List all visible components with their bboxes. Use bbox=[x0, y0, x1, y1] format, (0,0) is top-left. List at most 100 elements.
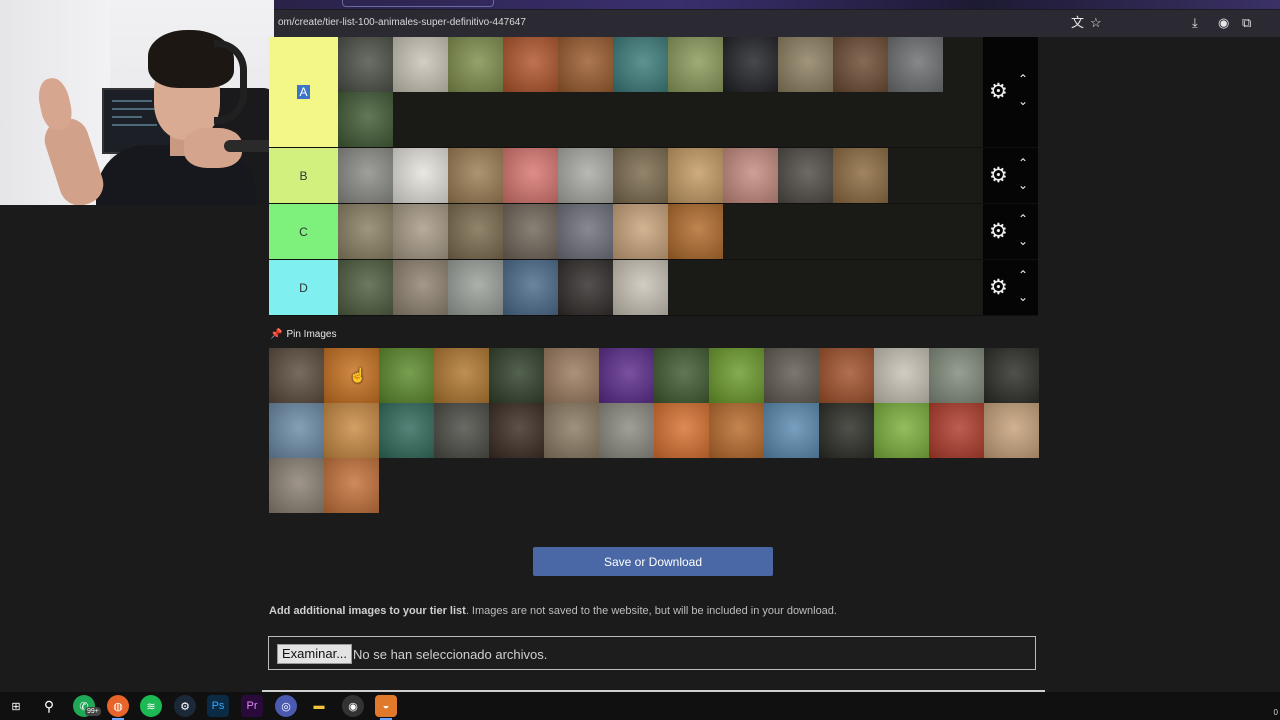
translate-icon[interactable]: 文 bbox=[1071, 16, 1084, 29]
animal-tile-seagull[interactable] bbox=[503, 260, 558, 315]
tier-label-text[interactable]: D bbox=[299, 281, 308, 295]
animal-tile-wildebeest[interactable] bbox=[613, 148, 668, 203]
pool-tile-golden-retriever[interactable] bbox=[324, 403, 379, 458]
animal-tile-duck[interactable] bbox=[338, 92, 393, 147]
animal-tile-pig[interactable] bbox=[723, 148, 778, 203]
animal-tile-mole[interactable] bbox=[778, 148, 833, 203]
animal-tile-snail[interactable] bbox=[668, 37, 723, 92]
pin-images-header[interactable]: 📌 Pin Images bbox=[270, 329, 336, 340]
chevron-up-icon[interactable]: ⌃ bbox=[1018, 213, 1028, 225]
address-bar[interactable]: om/create/tier-list-100-animales-super-d… bbox=[274, 10, 1280, 37]
pool-tile-skunk[interactable] bbox=[654, 348, 709, 403]
pool-tile-mealworms[interactable] bbox=[434, 348, 489, 403]
account-icon[interactable]: ◉ bbox=[1218, 16, 1229, 29]
pool-tile-orangutan[interactable] bbox=[819, 348, 874, 403]
animal-tile-zebra[interactable] bbox=[558, 148, 613, 203]
animal-tile-lion[interactable] bbox=[668, 204, 723, 259]
pool-tile-fox[interactable] bbox=[324, 458, 379, 513]
pool-tile-clownfish[interactable] bbox=[654, 403, 709, 458]
pool-tile-sheep[interactable] bbox=[874, 348, 929, 403]
active-tab[interactable] bbox=[342, 0, 494, 7]
animal-tile-spider[interactable] bbox=[393, 204, 448, 259]
app-icon[interactable]: ◒ bbox=[375, 695, 397, 720]
animal-tile-giraffe[interactable] bbox=[448, 148, 503, 203]
tier-label[interactable]: B bbox=[269, 148, 338, 203]
tier-label[interactable]: D bbox=[269, 260, 338, 315]
animal-tile-hamster[interactable] bbox=[613, 204, 668, 259]
pool-tile-rhino[interactable] bbox=[544, 403, 599, 458]
chevron-down-icon[interactable]: ⌄ bbox=[1018, 291, 1028, 303]
pool-tile-magpie[interactable] bbox=[489, 348, 544, 403]
tier-label[interactable]: A bbox=[269, 37, 338, 147]
pool-tile-ladybug[interactable] bbox=[379, 348, 434, 403]
animal-tile-scorpion[interactable] bbox=[393, 260, 448, 315]
pool-tile-tiger[interactable] bbox=[709, 403, 764, 458]
animal-tile-vulture[interactable] bbox=[503, 204, 558, 259]
chevron-down-icon[interactable]: ⌄ bbox=[1018, 95, 1028, 107]
download-icon[interactable]: ⤓ bbox=[1192, 16, 1198, 29]
animal-tile-cow[interactable] bbox=[393, 37, 448, 92]
firefox-icon[interactable]: ◍ bbox=[107, 695, 129, 720]
chevron-up-icon[interactable]: ⌃ bbox=[1018, 269, 1028, 281]
whatsapp-icon[interactable]: ✆ 99+ bbox=[73, 695, 101, 717]
tier-label-text[interactable]: A bbox=[297, 85, 310, 99]
save-or-download-button[interactable]: Save or Download bbox=[533, 547, 773, 576]
pool-tile-peacock[interactable] bbox=[379, 403, 434, 458]
animal-tile-wolf[interactable] bbox=[888, 37, 943, 92]
tier-label-text[interactable]: B bbox=[299, 169, 307, 183]
windows-start-icon[interactable]: ⊞ bbox=[5, 695, 27, 717]
animal-tile-cockroach[interactable] bbox=[613, 260, 668, 315]
animal-tile-gorilla[interactable] bbox=[338, 37, 393, 92]
pool-tile-buffalo[interactable] bbox=[819, 403, 874, 458]
pool-tile-pelican[interactable] bbox=[269, 403, 324, 458]
file-explorer-icon[interactable]: ▬ bbox=[308, 695, 330, 717]
animal-tile-flamingo[interactable] bbox=[503, 148, 558, 203]
extensions-icon[interactable]: ⧉ bbox=[1242, 16, 1251, 29]
chevron-up-icon[interactable]: ⌃ bbox=[1018, 157, 1028, 169]
chevron-down-icon[interactable]: ⌄ bbox=[1018, 179, 1028, 191]
animal-tile-camel[interactable] bbox=[668, 148, 723, 203]
gear-icon[interactable]: ⚙ bbox=[989, 80, 1008, 104]
animal-tile-sloth[interactable] bbox=[778, 37, 833, 92]
steam-icon[interactable]: ⚙ bbox=[174, 695, 196, 717]
pool-tile-boar[interactable] bbox=[434, 403, 489, 458]
file-upload-field[interactable]: Examinar... No se han seleccionado archi… bbox=[268, 636, 1036, 670]
chevron-down-icon[interactable]: ⌄ bbox=[1018, 235, 1028, 247]
photoshop-icon[interactable]: Ps bbox=[207, 695, 229, 717]
bookmark-star-icon[interactable]: ☆ bbox=[1090, 16, 1102, 29]
animal-tile-hyena[interactable] bbox=[448, 204, 503, 259]
animal-tile-chimpanzee[interactable] bbox=[558, 260, 613, 315]
pool-tile-macaw[interactable] bbox=[929, 403, 984, 458]
animal-tile-turtle[interactable] bbox=[338, 260, 393, 315]
animal-tile-rooster[interactable] bbox=[503, 37, 558, 92]
pool-tile-ostrich[interactable] bbox=[984, 403, 1039, 458]
pool-tile-platypus[interactable] bbox=[269, 348, 324, 403]
animal-tile-toad[interactable] bbox=[833, 148, 888, 203]
pool-tile-cat[interactable] bbox=[269, 458, 324, 513]
animal-tile-lizard[interactable] bbox=[448, 260, 503, 315]
animal-tile-snake[interactable] bbox=[338, 204, 393, 259]
tier-label-text[interactable]: C bbox=[299, 225, 308, 239]
browse-files-button[interactable]: Examinar... bbox=[277, 644, 353, 664]
spotify-icon[interactable]: ≋ bbox=[140, 695, 162, 717]
pool-tile-fly[interactable] bbox=[709, 348, 764, 403]
chrome-icon[interactable]: ◎ bbox=[275, 695, 297, 717]
animal-tile-grasshopper[interactable] bbox=[448, 37, 503, 92]
animal-tile-crow[interactable] bbox=[723, 37, 778, 92]
premiere-icon[interactable]: Pr bbox=[241, 695, 263, 717]
gear-icon[interactable]: ⚙ bbox=[989, 276, 1008, 300]
gear-icon[interactable]: ⚙ bbox=[989, 164, 1008, 188]
pool-tile-mantis[interactable] bbox=[874, 403, 929, 458]
animal-tile-deer[interactable] bbox=[558, 37, 613, 92]
pool-tile-horse[interactable] bbox=[489, 403, 544, 458]
tier-label[interactable]: C bbox=[269, 204, 338, 259]
animal-tile-eagle[interactable] bbox=[393, 148, 448, 203]
animal-tile-seahorse[interactable] bbox=[613, 37, 668, 92]
pool-tile-otter[interactable] bbox=[764, 348, 819, 403]
chevron-up-icon[interactable]: ⌃ bbox=[1018, 73, 1028, 85]
search-icon[interactable]: ⚲ bbox=[38, 695, 60, 717]
pool-tile-pigeon[interactable] bbox=[929, 348, 984, 403]
animal-tile-bear[interactable] bbox=[833, 37, 888, 92]
animal-tile-koala[interactable] bbox=[338, 148, 393, 203]
url-text[interactable]: om/create/tier-list-100-animales-super-d… bbox=[278, 17, 526, 28]
